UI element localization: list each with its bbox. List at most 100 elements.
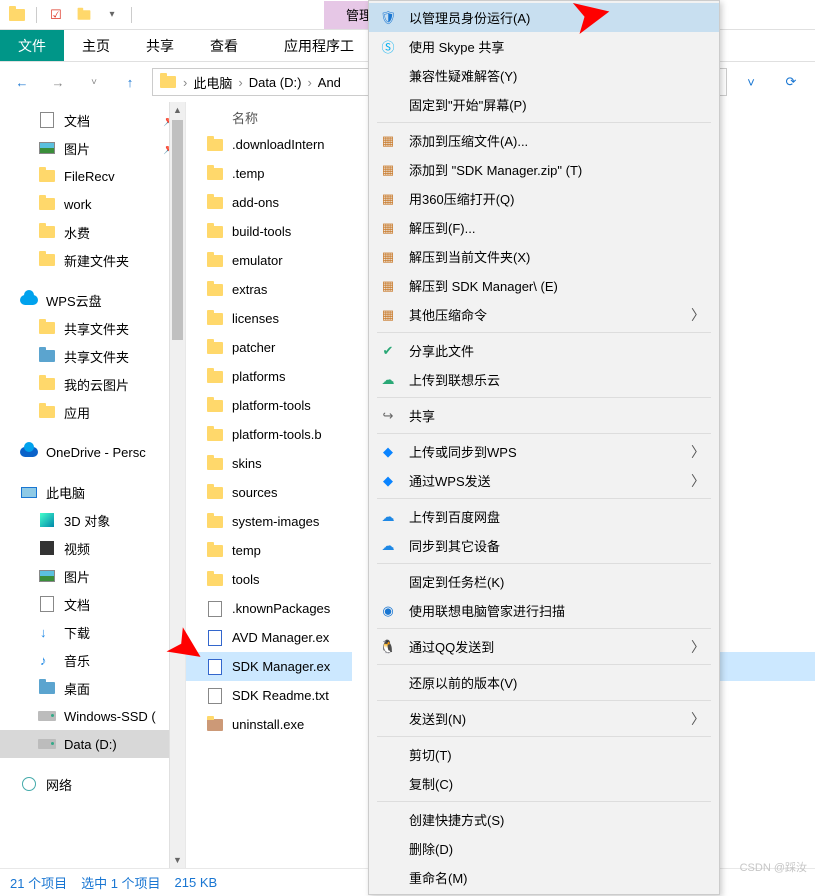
qq-icon: 🐧 [377,636,399,658]
breadcrumb-folder[interactable]: And [316,75,343,90]
nav-item-quick[interactable]: 水费 [0,218,185,246]
nav-tree-wps-root[interactable]: WPS云盘 [0,286,185,314]
file-row[interactable]: platforms [186,362,352,391]
properties-icon[interactable]: ☑ [45,4,67,26]
menu-item[interactable]: 还原以前的版本(V) [369,668,719,697]
file-row[interactable]: platform-tools [186,391,352,420]
menu-item[interactable]: ▦ 解压到(F)... [369,213,719,242]
file-row[interactable]: sources [186,478,352,507]
nav-tree-network[interactable]: 网络 [0,770,185,798]
nav-item-quick[interactable]: work [0,190,185,218]
menu-item[interactable]: 固定到"开始"屏幕(P) [369,90,719,119]
refresh-button[interactable]: ⟳ [775,68,807,96]
tab-share[interactable]: 共享 [128,30,192,61]
file-row[interactable]: build-tools [186,217,352,246]
menu-item[interactable]: ◆ 上传或同步到WPS 〉 [369,437,719,466]
nav-item-thispc[interactable]: Windows-SSD ( [0,702,185,730]
file-row[interactable]: SDK Readme.txt [186,681,352,710]
nav-item-quick[interactable]: FileRecv [0,162,185,190]
chevron-right-icon[interactable]: › [238,75,242,90]
file-row[interactable]: AVD Manager.ex [186,623,352,652]
menu-item[interactable]: ▦ 解压到 SDK Manager\ (E) [369,271,719,300]
nav-item-thispc[interactable]: 图片 [0,562,185,590]
menu-item[interactable]: 创建快捷方式(S) [369,805,719,834]
menu-item[interactable]: Ⓢ 使用 Skype 共享 [369,32,719,61]
tab-apptools[interactable]: 应用程序工 [266,30,372,61]
tab-file[interactable]: 文件 [0,30,64,61]
file-row[interactable]: extras [186,275,352,304]
menu-item[interactable]: ☁ 上传到百度网盘 [369,502,719,531]
nav-scrollbar[interactable]: ▲▼ [169,102,185,868]
chevron-right-icon[interactable]: › [307,75,311,90]
file-row[interactable]: .downloadIntern [186,130,352,159]
nav-item-quick[interactable]: 新建文件夹 [0,246,185,274]
file-row[interactable]: uninstall.exe [186,710,352,739]
file-row[interactable]: tools [186,565,352,594]
file-row[interactable]: licenses [186,304,352,333]
file-row[interactable]: temp [186,536,352,565]
nav-tree-onedrive[interactable]: OneDrive - Persc [0,438,185,466]
new-folder-icon[interactable] [73,4,95,26]
menu-item[interactable]: ▦ 用360压缩打开(Q) [369,184,719,213]
nav-up-button[interactable]: ↑ [116,68,144,96]
menu-item-label: 共享 [409,406,705,425]
nav-forward-button[interactable]: → [44,68,72,96]
pc-icon [20,483,38,501]
address-dropdown-icon[interactable]: ˅ [735,68,767,96]
nav-item-thispc[interactable]: Data (D:) [0,730,185,758]
column-header-name[interactable]: 名称 [186,102,352,130]
nav-item-wps[interactable]: 应用 [0,398,185,426]
menu-item[interactable]: ▦ 解压到当前文件夹(X) [369,242,719,271]
menu-item[interactable]: ▦ 添加到 "SDK Manager.zip" (T) [369,155,719,184]
file-row[interactable]: .temp [186,159,352,188]
menu-item[interactable]: ☁ 上传到联想乐云 [369,365,719,394]
folder-icon [206,484,224,502]
share-icon: ↪ [377,405,399,427]
nav-item-thispc[interactable]: 3D 对象 [0,506,185,534]
nav-item-thispc[interactable]: 视频 [0,534,185,562]
qat-dropdown-icon[interactable]: ▾ [101,4,123,26]
file-row[interactable]: add-ons [186,188,352,217]
file-row[interactable]: platform-tools.b [186,420,352,449]
breadcrumb-thispc[interactable]: 此电脑 [191,73,234,92]
menu-item[interactable]: ☁ 同步到其它设备 [369,531,719,560]
nav-item-thispc[interactable]: 桌面 [0,674,185,702]
menu-item[interactable]: ◉ 使用联想电脑管家进行扫描 [369,596,719,625]
file-row[interactable]: .knownPackages [186,594,352,623]
menu-item[interactable]: ▦ 其他压缩命令 〉 [369,300,719,329]
nav-item-thispc[interactable]: ↓下载 [0,618,185,646]
nav-item-quick[interactable]: 图片 📌 [0,134,185,162]
nav-back-button[interactable]: ← [8,68,36,96]
file-row[interactable]: system-images [186,507,352,536]
file-row[interactable]: emulator [186,246,352,275]
nav-item-thispc[interactable]: 文档 [0,590,185,618]
tab-home[interactable]: 主页 [64,30,128,61]
nav-item-wps[interactable]: 我的云图片 [0,370,185,398]
chevron-right-icon[interactable]: › [183,75,187,90]
menu-item[interactable]: ✔ 分享此文件 [369,336,719,365]
menu-item[interactable]: 重命名(M) [369,863,719,892]
menu-separator [377,801,711,802]
menu-item[interactable]: 🛡 以管理员身份运行(A) [369,3,719,32]
nav-item-wps[interactable]: 共享文件夹 [0,314,185,342]
file-row[interactable]: SDK Manager.ex [186,652,352,681]
nav-tree-thispc-root[interactable]: 此电脑 [0,478,185,506]
menu-item[interactable]: ↪ 共享 [369,401,719,430]
menu-item[interactable]: 兼容性疑难解答(Y) [369,61,719,90]
menu-item[interactable]: 固定到任务栏(K) [369,567,719,596]
menu-item[interactable]: 🐧 通过QQ发送到 〉 [369,632,719,661]
menu-item[interactable]: 删除(D) [369,834,719,863]
menu-item[interactable]: 剪切(T) [369,740,719,769]
file-row[interactable]: patcher [186,333,352,362]
menu-item[interactable]: 复制(C) [369,769,719,798]
nav-item-thispc[interactable]: ♪音乐 [0,646,185,674]
menu-item[interactable]: ▦ 添加到压缩文件(A)... [369,126,719,155]
file-row[interactable]: skins [186,449,352,478]
nav-item-wps[interactable]: 共享文件夹 [0,342,185,370]
menu-item[interactable]: ◆ 通过WPS发送 〉 [369,466,719,495]
breadcrumb-drive[interactable]: Data (D:) [247,75,304,90]
tab-view[interactable]: 查看 [192,30,256,61]
menu-item[interactable]: 发送到(N) 〉 [369,704,719,733]
nav-item-quick[interactable]: 文档 📌 [0,106,185,134]
nav-recent-dropdown[interactable]: ˅ [80,68,108,96]
